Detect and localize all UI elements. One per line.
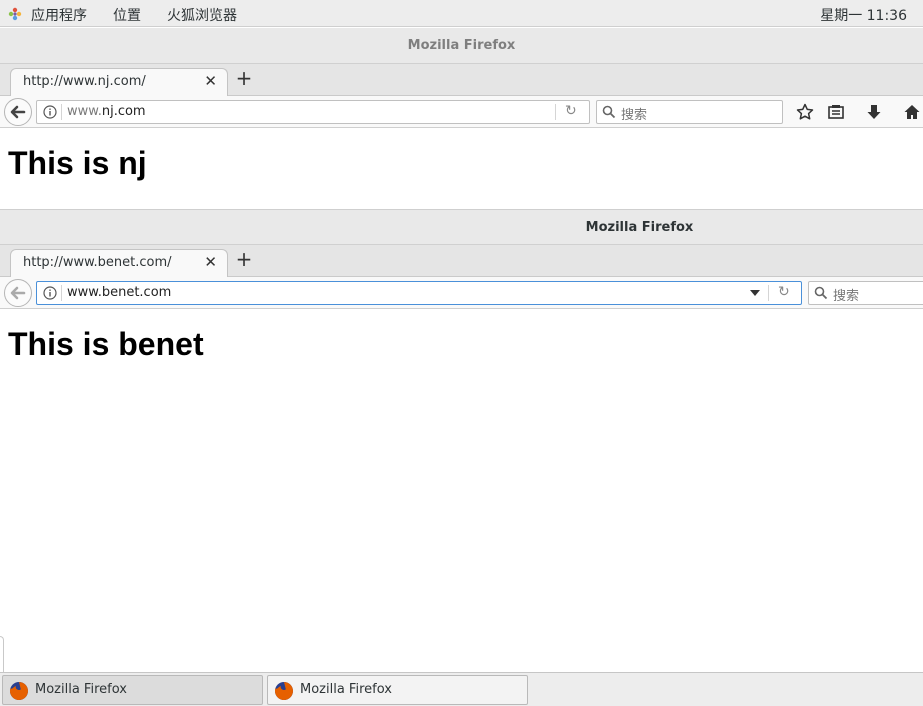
workspace-edge	[0, 636, 4, 672]
search-icon	[602, 105, 616, 119]
tab-strip: http://www.nj.com/ ✕ +	[0, 64, 923, 96]
bookmark-star-icon[interactable]	[796, 103, 814, 121]
firefox-icon	[9, 682, 28, 700]
search-box[interactable]: 搜索	[596, 100, 783, 124]
tab-title: http://www.benet.com/	[23, 255, 172, 270]
taskbar-item-firefox-2[interactable]: Mozilla Firefox	[267, 675, 528, 705]
window-list-taskbar: Mozilla Firefox Mozilla Firefox	[0, 672, 923, 706]
close-tab-icon[interactable]: ✕	[204, 253, 217, 271]
reload-divider	[768, 285, 769, 301]
back-button[interactable]	[4, 98, 32, 126]
search-icon	[814, 286, 828, 300]
info-icon[interactable]	[43, 105, 57, 119]
applications-icon	[8, 7, 22, 21]
firefox-icon	[274, 682, 293, 700]
reload-divider	[555, 104, 556, 120]
window-title: Mozilla Firefox	[0, 28, 923, 64]
clock[interactable]: 星期一 11:36	[820, 5, 907, 25]
page-heading: This is benet	[8, 326, 204, 362]
url-bar[interactable]: www.nj.com ↻	[36, 100, 590, 124]
firefox-menu[interactable]: 火狐浏览器	[167, 5, 237, 25]
url-divider	[61, 285, 62, 301]
firefox-window-benet: Mozilla Firefox http://www.benet.com/ ✕ …	[0, 209, 923, 672]
window-title: Mozilla Firefox	[0, 209, 923, 245]
url-divider	[61, 104, 62, 120]
reload-icon[interactable]: ↻	[565, 103, 577, 119]
close-tab-icon[interactable]: ✕	[204, 72, 217, 90]
url-bar[interactable]: www.benet.com ↻	[36, 281, 802, 305]
taskbar-label: Mozilla Firefox	[35, 682, 127, 697]
tab-benet[interactable]: http://www.benet.com/ ✕	[10, 249, 228, 277]
nav-toolbar: www.benet.com ↻ 搜索	[0, 277, 923, 309]
taskbar-item-firefox-1[interactable]: Mozilla Firefox	[2, 675, 263, 705]
search-placeholder: 搜索	[621, 108, 648, 123]
url-text: www.nj.com	[67, 104, 146, 119]
taskbar-label: Mozilla Firefox	[300, 682, 392, 697]
applications-menu[interactable]: 应用程序	[31, 5, 87, 25]
top-panel: 应用程序 位置 火狐浏览器 星期一 11:36	[0, 0, 923, 27]
url-text: www.benet.com	[67, 285, 172, 300]
home-icon[interactable]	[903, 103, 921, 121]
back-arrow-icon	[10, 105, 26, 119]
search-placeholder: 搜索	[833, 289, 860, 304]
bookmarks-library-icon[interactable]	[827, 103, 845, 121]
nav-toolbar: www.nj.com ↻ 搜索	[0, 96, 923, 128]
tab-nj[interactable]: http://www.nj.com/ ✕	[10, 68, 228, 96]
reload-icon[interactable]: ↻	[778, 284, 790, 300]
page-heading: This is nj	[8, 145, 147, 181]
tab-strip: http://www.benet.com/ ✕ +	[0, 245, 923, 277]
url-dropdown-icon[interactable]	[749, 289, 761, 297]
info-icon[interactable]	[43, 286, 57, 300]
back-button[interactable]	[4, 279, 32, 307]
new-tab-button[interactable]: +	[234, 247, 254, 271]
new-tab-button[interactable]: +	[234, 66, 254, 90]
search-box[interactable]: 搜索	[808, 281, 923, 305]
download-icon[interactable]	[865, 103, 883, 121]
back-arrow-icon	[10, 286, 26, 300]
places-menu[interactable]: 位置	[113, 5, 141, 25]
firefox-window-nj: Mozilla Firefox http://www.nj.com/ ✕ + w…	[0, 28, 923, 208]
tab-title: http://www.nj.com/	[23, 74, 146, 89]
